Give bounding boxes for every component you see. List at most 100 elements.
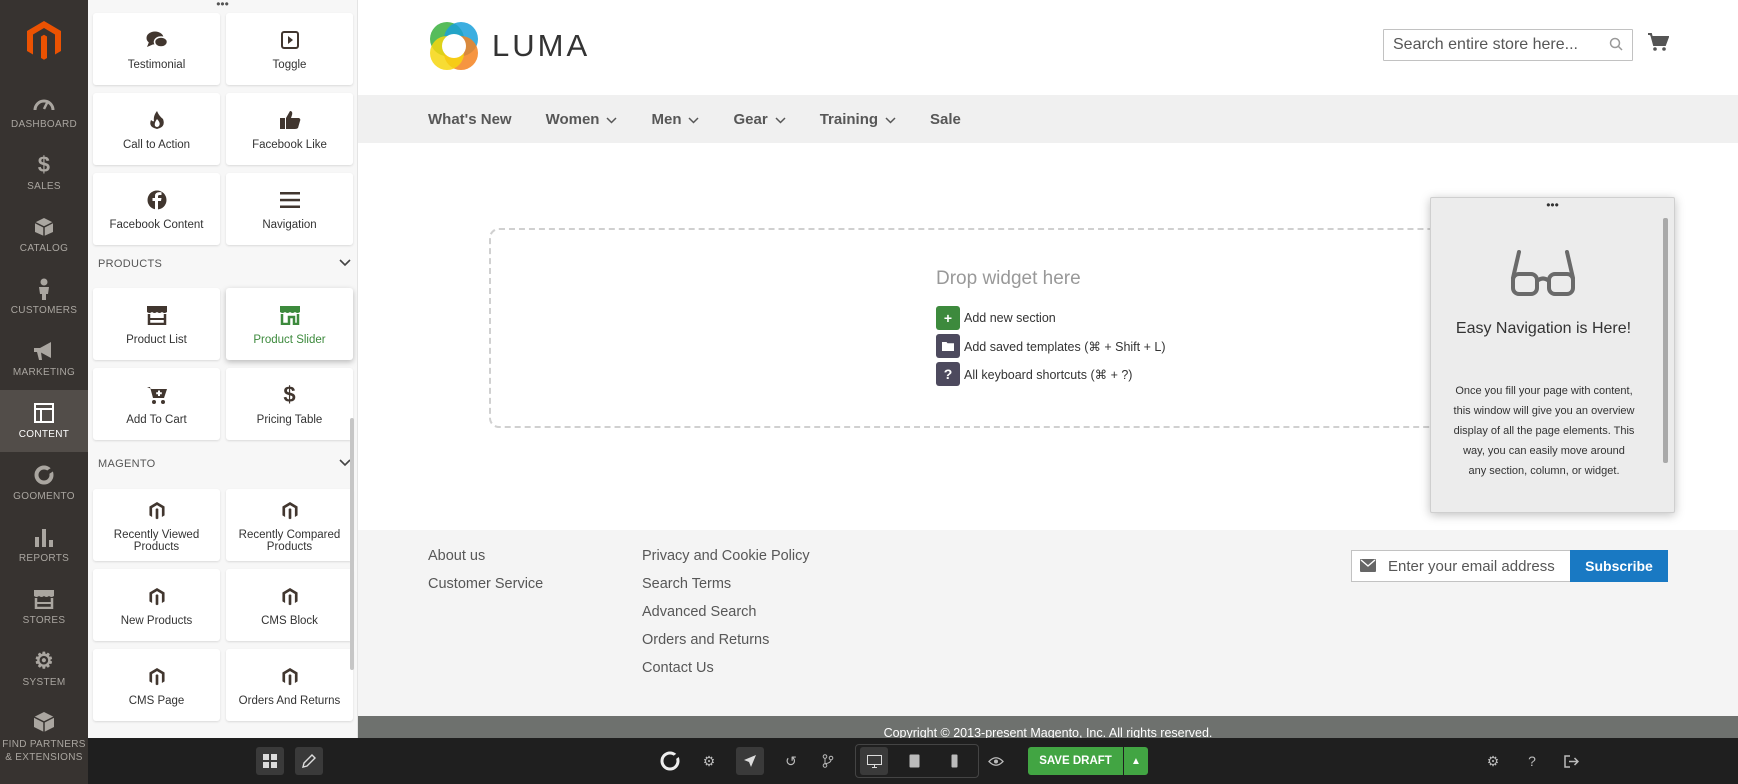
admin-nav-item-find-partners-extensions[interactable]: FIND PARTNERS & EXTENSIONS xyxy=(0,700,88,774)
widget-cms-page[interactable]: CMS Page xyxy=(93,649,220,721)
widget-call-to-action[interactable]: Call to Action xyxy=(93,93,220,165)
store-search-input[interactable]: Search entire store here... xyxy=(1383,29,1633,61)
search-icon[interactable] xyxy=(1609,37,1623,54)
luma-logo[interactable]: LUMA xyxy=(428,20,590,72)
keyboard-shortcuts-button[interactable]: ? All keyboard shortcuts (⌘ + ?) xyxy=(936,362,1132,386)
mobile-view-button[interactable] xyxy=(940,747,968,775)
magento-logo[interactable] xyxy=(0,0,88,80)
widget-orders-and-returns[interactable]: Orders And Returns xyxy=(226,649,353,721)
admin-nav-item-content[interactable]: CONTENT xyxy=(0,390,88,452)
magento-icon xyxy=(148,497,165,523)
page-builder-app: DASHBOARD $ SALES CATALOG CUSTOMERS MARKETING… xyxy=(0,0,1738,784)
store-nav-training[interactable]: Training xyxy=(820,111,896,128)
products-grid: Product List Product Slider Add To Cart $ Pr… xyxy=(93,288,353,440)
admin-nav-item-marketing[interactable]: MARKETING xyxy=(0,328,88,390)
store-nav-label: Men xyxy=(651,110,682,128)
easy-navigation-panel: ••• Easy Navigation is Here! Once you fi… xyxy=(1430,197,1675,513)
gear-icon: ⚙ xyxy=(33,648,55,673)
goomento-icon[interactable] xyxy=(656,747,684,775)
admin-nav-item-stores[interactable]: STORES xyxy=(0,576,88,638)
bar-chart-icon xyxy=(35,526,53,548)
widget-label: Orders And Returns xyxy=(238,695,341,707)
store-nav-women[interactable]: Women xyxy=(546,111,618,128)
widget-product-slider[interactable]: Product Slider xyxy=(226,288,353,360)
widget-pricing-table[interactable]: $ Pricing Table xyxy=(226,368,353,440)
cart-icon[interactable] xyxy=(1647,32,1670,57)
widget-cms-block[interactable]: CMS Block xyxy=(226,569,353,641)
panel-scrollbar[interactable] xyxy=(350,418,354,670)
megaphone-icon xyxy=(33,340,55,362)
revisions-icon[interactable] xyxy=(814,747,842,775)
facebook-icon xyxy=(147,187,167,213)
widget-add-to-cart[interactable]: Add To Cart xyxy=(93,368,220,440)
site-settings-icon[interactable]: ⚙ xyxy=(1479,747,1507,775)
store-nav-men[interactable]: Men xyxy=(651,110,700,128)
store-nav-label: Training xyxy=(819,110,879,128)
store-nav-sale[interactable]: Sale xyxy=(930,111,961,128)
easy-nav-title: Easy Navigation is Here! xyxy=(1455,320,1632,337)
add-saved-templates-button[interactable]: Add saved templates (⌘ + Shift + L) xyxy=(936,334,1166,358)
admin-nav-item-catalog[interactable]: CATALOG xyxy=(0,204,88,266)
navigation-arrow-icon xyxy=(744,755,756,767)
widget-navigation[interactable]: Navigation xyxy=(226,173,353,245)
widget-facebook-content[interactable]: Facebook Content xyxy=(93,173,220,245)
cube-icon xyxy=(34,216,54,238)
widgets-grid: Testimonial Toggle Call to Action Facebook … xyxy=(93,13,353,245)
navigator-button[interactable] xyxy=(736,747,764,775)
widget-label: Pricing Table xyxy=(256,414,323,426)
easy-nav-drag-handle[interactable]: ••• xyxy=(1431,198,1674,212)
footer-link[interactable]: Privacy and Cookie Policy xyxy=(642,548,810,564)
chat-icon xyxy=(146,27,168,53)
grid-icon xyxy=(263,754,277,768)
subscribe-button[interactable]: Subscribe xyxy=(1570,550,1668,582)
footer-link[interactable]: About us xyxy=(428,548,485,564)
pencil-icon xyxy=(302,754,316,768)
footer-link[interactable]: Search Terms xyxy=(642,576,731,592)
store-nav-label: Women xyxy=(545,110,600,128)
footer-link[interactable]: Customer Service xyxy=(428,576,543,592)
save-draft-button[interactable]: SAVE DRAFT xyxy=(1028,747,1123,775)
admin-nav-item-goomento[interactable]: GOOMENTO xyxy=(0,452,88,514)
tablet-view-button[interactable] xyxy=(900,747,928,775)
footer-link[interactable]: Orders and Returns xyxy=(642,632,769,648)
products-section-header[interactable]: PRODUCTS xyxy=(93,254,351,274)
admin-nav-item-system[interactable]: ⚙ SYSTEM xyxy=(0,638,88,700)
widget-testimonial[interactable]: Testimonial xyxy=(93,13,220,85)
panel-drag-handle[interactable]: ••• xyxy=(88,0,357,12)
add-new-section-button[interactable]: + Add new section xyxy=(936,306,1056,330)
widget-recently-compared-products[interactable]: Recently Compared Products xyxy=(226,489,353,561)
widget-toggle[interactable]: Toggle xyxy=(226,13,353,85)
widget-recently-viewed-products[interactable]: Recently Viewed Products xyxy=(93,489,220,561)
add-saved-templates-label: Add saved templates (⌘ + Shift + L) xyxy=(964,339,1166,354)
widget-product-list[interactable]: Product List xyxy=(93,288,220,360)
widgets-panel-button[interactable] xyxy=(256,747,284,775)
desktop-view-button[interactable] xyxy=(860,747,888,775)
footer-link[interactable]: Advanced Search xyxy=(642,604,756,620)
widget-new-products[interactable]: New Products xyxy=(93,569,220,641)
store-nav-gear[interactable]: Gear xyxy=(733,111,786,128)
envelope-icon xyxy=(1360,559,1376,576)
chevron-down-icon xyxy=(885,111,896,128)
dollar-icon: $ xyxy=(37,152,51,177)
luma-logo-text: LUMA xyxy=(492,28,591,63)
preview-eye-icon[interactable] xyxy=(982,747,1010,775)
edit-button[interactable] xyxy=(295,747,323,775)
store-nav-what-s-new[interactable]: What's New xyxy=(428,111,512,128)
plus-icon: + xyxy=(936,306,960,330)
widget-facebook-like[interactable]: Facebook Like xyxy=(226,93,353,165)
magento-grid: Recently Viewed Products Recently Compare… xyxy=(93,489,353,721)
magento-icon xyxy=(281,583,298,609)
admin-nav-item-customers[interactable]: CUSTOMERS xyxy=(0,266,88,328)
footer-link[interactable]: Contact Us xyxy=(642,660,714,676)
admin-nav-item-sales[interactable]: $ SALES xyxy=(0,142,88,204)
help-icon[interactable]: ? xyxy=(1518,747,1546,775)
history-icon[interactable]: ↺ xyxy=(777,747,805,775)
easy-nav-scrollbar[interactable] xyxy=(1663,218,1668,463)
save-options-caret-icon[interactable]: ▲ xyxy=(1124,747,1148,775)
settings-icon[interactable]: ⚙ xyxy=(695,747,723,775)
admin-nav-item-dashboard[interactable]: DASHBOARD xyxy=(0,80,88,142)
admin-nav-item-reports[interactable]: REPORTS xyxy=(0,514,88,576)
layout-icon xyxy=(34,402,54,424)
magento-section-header[interactable]: MAGENTO xyxy=(93,454,351,474)
exit-icon[interactable] xyxy=(1557,747,1585,775)
